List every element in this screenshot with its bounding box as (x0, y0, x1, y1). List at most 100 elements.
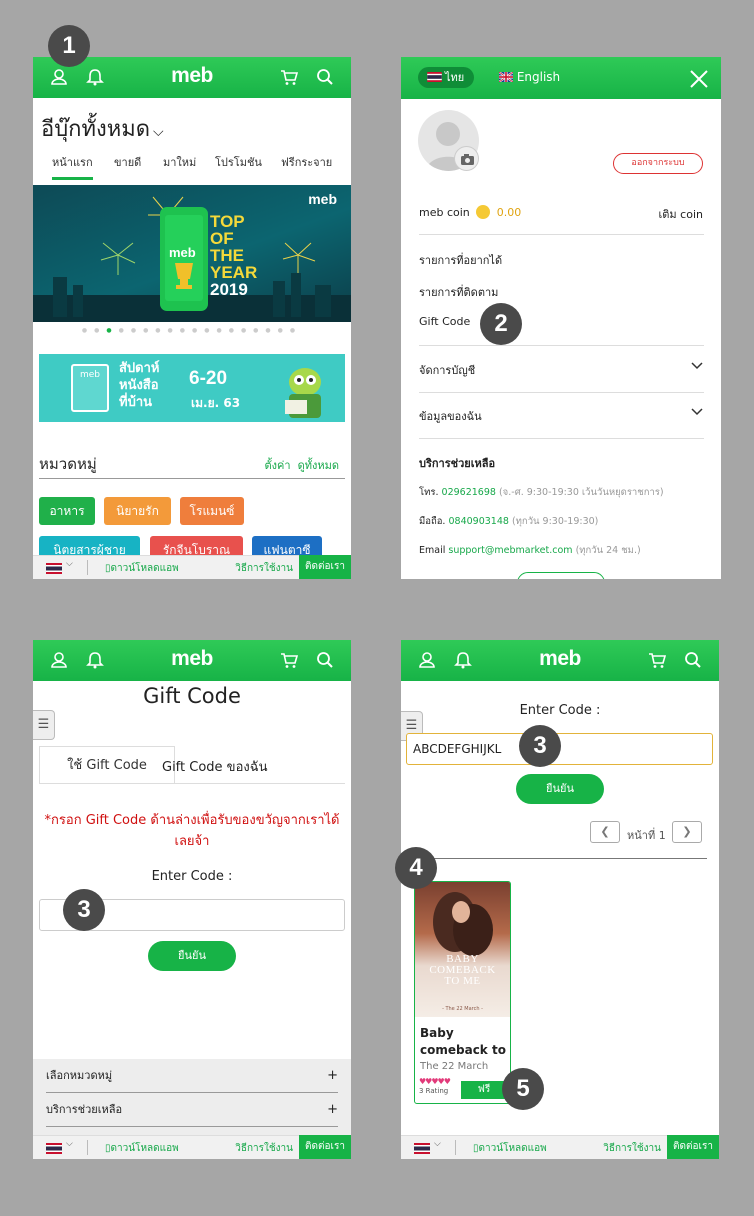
menu-manage-account[interactable]: จัดการบัญชี (419, 361, 704, 379)
tab-home[interactable]: หน้าแรก (52, 153, 93, 180)
category-chip[interactable]: โรแมนซ์ (180, 497, 244, 525)
thai-flag-icon[interactable] (46, 563, 62, 574)
mascot-illustration (285, 368, 321, 418)
category-title: หมวดหมู่ (39, 455, 97, 473)
close-icon[interactable] (689, 69, 709, 89)
app-logo[interactable]: meb (33, 647, 351, 671)
cover-title: BABY COMEBACK TO ME (415, 954, 510, 987)
accordion-support-label: บริการช่วยเหลือ (46, 1103, 123, 1116)
cart-icon[interactable] (647, 650, 667, 670)
footer-bar: ⌵ ▯ดาวน์โหลดแอพ วิธีการใช้งาน ติดต่อเรา (401, 1135, 719, 1159)
divider (419, 345, 704, 346)
menu-my-info[interactable]: ข้อมูลของฉัน (419, 407, 704, 425)
book-fair-line: สัปดาห์ (119, 361, 160, 376)
prev-page-button[interactable]: ❮ (590, 821, 620, 843)
promo-banner[interactable]: meb meb TOP OF THE YEAR 2019 (33, 185, 351, 322)
coin-icon (476, 205, 491, 219)
thai-flag-icon (427, 72, 442, 82)
download-app-label: ดาวน์โหลดแอพ (478, 1143, 547, 1154)
confirm-button[interactable]: ยืนยัน (148, 941, 236, 971)
howto-link[interactable]: วิธีการใช้งาน (235, 561, 293, 576)
accordion-categories[interactable]: เลือกหมวดหมู่ + (46, 1059, 338, 1093)
mobile-link[interactable]: 0840903148 (448, 516, 508, 527)
book-fair-banner[interactable]: meb สัปดาห์ หนังสือ ที่บ้าน 6-20 เม.ย. 6… (39, 354, 345, 422)
search-icon[interactable] (315, 650, 335, 670)
coin-row: meb coin 0.00 (419, 205, 521, 219)
tab-use-gift-code[interactable]: ใช้ Gift Code (39, 746, 175, 784)
lang-english-label: English (516, 70, 561, 84)
book-fair-line: หนังสือ (119, 378, 159, 393)
contact-button[interactable]: ติดต่อเรา (667, 1135, 719, 1159)
download-app-link[interactable]: ▯ดาวน์โหลดแอพ (105, 1141, 179, 1156)
tab-free[interactable]: ฟรีกระจาย (281, 153, 332, 171)
chevron-down-icon[interactable]: ⌵ (66, 1139, 73, 1149)
category-chip[interactable]: นิยายรัก (104, 497, 171, 525)
thai-flag-icon[interactable] (414, 1143, 430, 1154)
contact-button[interactable]: ติดต่อเรา (299, 555, 351, 579)
mobile-label: มือถือ. (419, 516, 446, 527)
menu-gift-code[interactable]: Gift Code (419, 315, 470, 328)
menu-wishlist[interactable]: รายการที่อยากได้ (419, 251, 502, 269)
camera-icon[interactable] (454, 146, 479, 171)
app-logo[interactable]: meb (33, 64, 351, 88)
download-app-link[interactable]: ▯ดาวน์โหลดแอพ (473, 1141, 547, 1156)
thai-flag-icon[interactable] (46, 1143, 62, 1154)
coin-value: 0.00 (496, 206, 522, 219)
step-marker-3: 3 (519, 725, 561, 767)
banner-headline-line: TOP (210, 212, 245, 231)
support-email: Email support@mebmarket.com (ทุกวัน 24 ช… (419, 543, 641, 558)
download-app-link[interactable]: ▯ดาวน์โหลดแอพ (105, 561, 179, 576)
howto-link[interactable]: วิธีการใช้งาน (603, 1141, 661, 1156)
divider (406, 858, 707, 859)
chevron-down-icon (691, 362, 703, 370)
chevron-down-icon[interactable]: ⌵ (434, 1139, 441, 1149)
search-icon[interactable] (315, 67, 335, 87)
lang-thai-button[interactable]: ไทย (418, 67, 474, 88)
tab-my-gift-code[interactable]: Gift Code ของฉัน (162, 756, 267, 777)
app-logo[interactable]: meb (401, 647, 719, 671)
category-all-link[interactable]: ดูทั้งหมด (298, 459, 339, 472)
menu-handle-icon[interactable]: ☰ (33, 710, 55, 740)
page-title[interactable]: อีบุ๊กทั้งหมด ⌵ (41, 111, 164, 146)
accordion-support[interactable]: บริการช่วยเหลือ + (46, 1093, 338, 1127)
banner-headline-line: OF (210, 229, 234, 248)
book-title[interactable]: Baby comeback to (420, 1025, 508, 1059)
cutoff-button[interactable] (517, 572, 605, 579)
chevron-down-icon[interactable]: ⌵ (66, 559, 73, 569)
download-app-label: ดาวน์โหลดแอพ (110, 563, 179, 574)
step-marker-3: 3 (63, 889, 105, 931)
contact-button[interactable]: ติดต่อเรา (299, 1135, 351, 1159)
tab-bestseller[interactable]: ขายดี (114, 153, 141, 171)
cart-icon[interactable] (279, 67, 299, 87)
enter-code-label: Enter Code : (151, 869, 233, 884)
next-page-button[interactable]: ❯ (672, 821, 702, 843)
phone-hours: (จ.-ศ. 9:30-19:30 เว้นวันหยุดราชการ) (498, 487, 664, 498)
footer-divider (87, 1140, 88, 1155)
menu-top-bar: ไทย English (401, 57, 721, 99)
tab-new[interactable]: มาใหม่ (163, 153, 196, 171)
search-icon[interactable] (683, 650, 703, 670)
book-card[interactable]: BABY COMEBACK TO ME - The 22 March - Bab… (414, 881, 511, 1104)
book-author[interactable]: The 22 March (420, 1061, 488, 1072)
tab-promotion[interactable]: โปรโมชัน (215, 153, 262, 171)
confirm-button[interactable]: ยืนยัน (516, 774, 604, 804)
lang-english-button[interactable]: English (498, 70, 561, 84)
howto-link[interactable]: วิธีการใช้งาน (235, 1141, 293, 1156)
cart-icon[interactable] (279, 650, 299, 670)
free-price-button[interactable]: ฟรี (461, 1081, 507, 1099)
uk-flag-icon (498, 71, 514, 83)
phone-link[interactable]: 029621698 (442, 487, 496, 498)
topup-link[interactable]: เติม coin (659, 205, 703, 223)
page-title-text: อีบุ๊กทั้งหมด (41, 117, 151, 142)
cover-title-line: TO ME (444, 975, 481, 987)
top-bar: meb (401, 640, 719, 681)
category-settings-link[interactable]: ตั้งค่า (265, 459, 291, 472)
category-chip[interactable]: อาหาร (39, 497, 95, 525)
step-marker-1: 1 (48, 25, 90, 67)
email-link[interactable]: support@mebmarket.com (448, 545, 572, 556)
gift-code-instructions: *กรอก Gift Code ด้านล่างเพื่อรับของขวัญจ… (44, 813, 340, 849)
logout-button[interactable]: ออกจากระบบ (613, 153, 703, 174)
menu-following[interactable]: รายการที่ติดตาม (419, 283, 498, 301)
rating-count: 3 Rating (419, 1087, 449, 1095)
carousel-dots[interactable]: ●●●●●●●●●●●●●●●●●● (33, 327, 351, 334)
